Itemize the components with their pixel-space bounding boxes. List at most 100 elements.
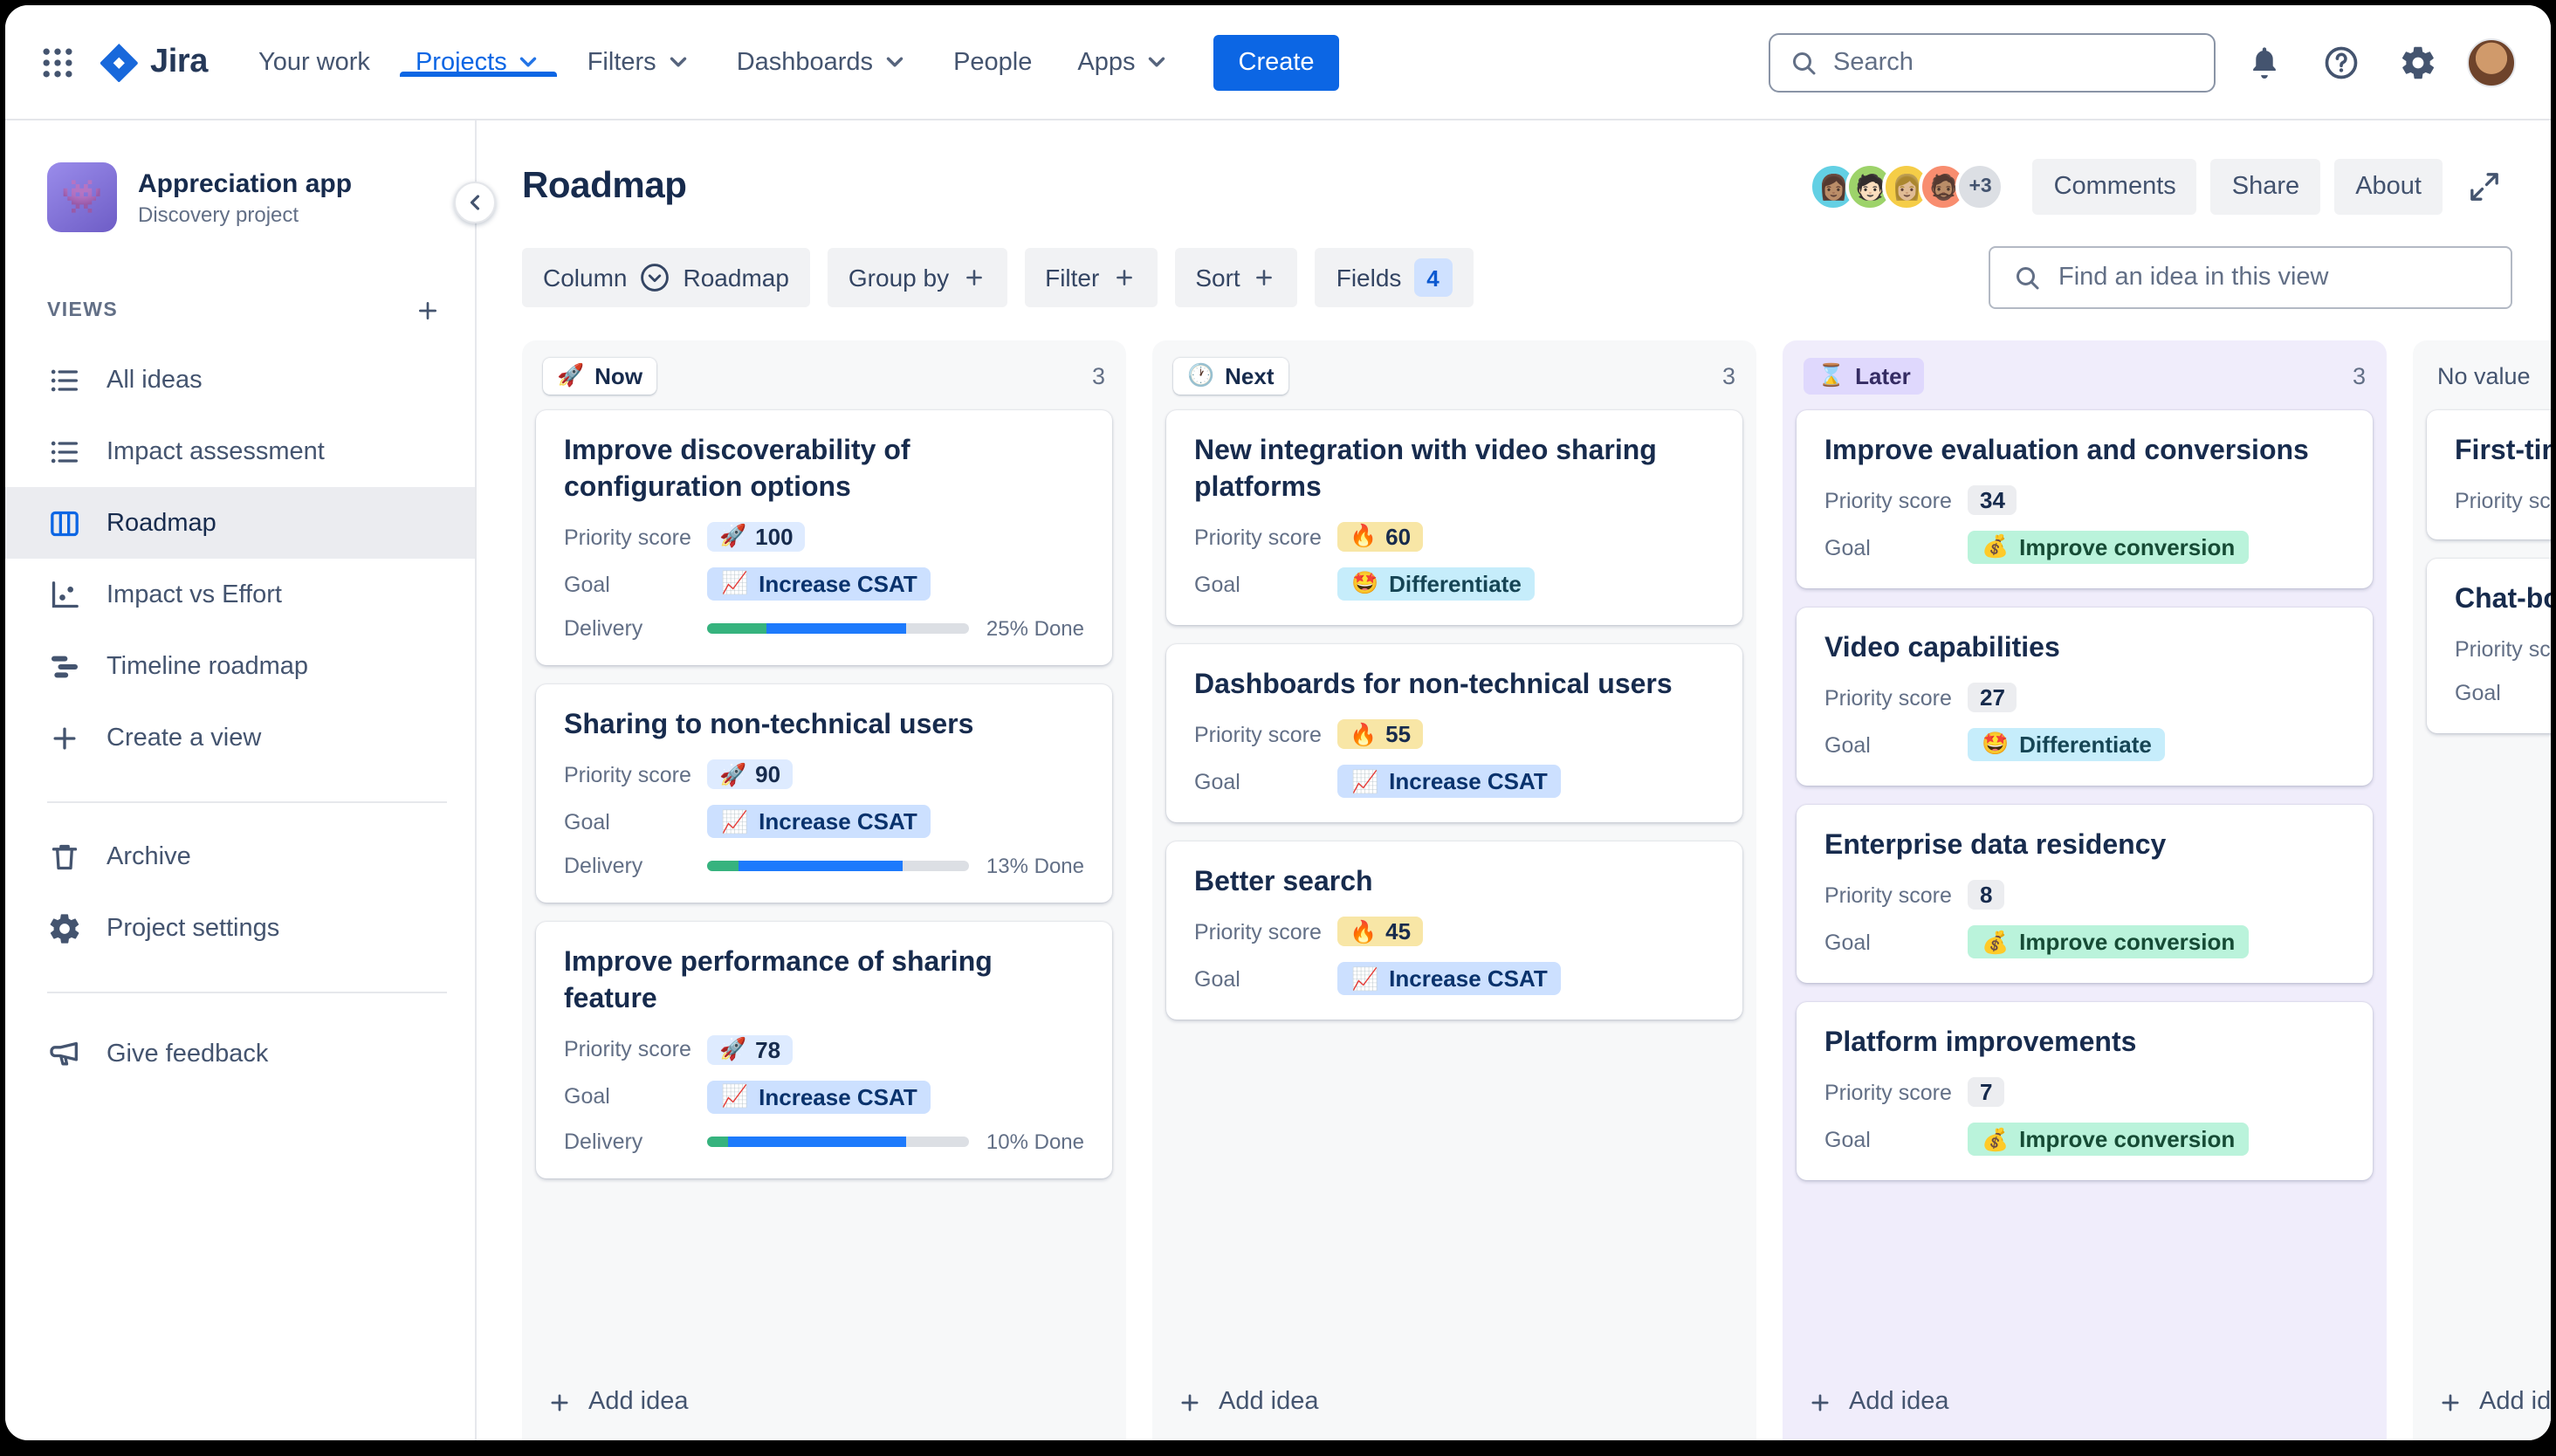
goal-value: Improve conversion xyxy=(2019,929,2236,956)
timeframe-chip-next: 🕐 Next xyxy=(1173,358,1288,395)
find-idea-search[interactable] xyxy=(1989,246,2512,309)
idea-card[interactable]: New integration with video sharing platf… xyxy=(1166,410,1742,626)
main-content: Roadmap 👩🏽 🧑🏻 👩🏼 🧔🏽 +3 Comments Share Ab… xyxy=(477,120,2551,1440)
delivery-percent: 25% Done xyxy=(986,616,1084,642)
collapse-sidebar-button[interactable] xyxy=(454,182,496,223)
sidebar-item-impact-vs-effort[interactable]: Impact vs Effort xyxy=(5,559,475,630)
goal-row: Goal 💰 xyxy=(2455,679,2551,708)
fields-button[interactable]: Fields 4 xyxy=(1315,248,1474,307)
plus-icon xyxy=(546,1389,573,1415)
idea-card[interactable]: Enterprise data residency Priority score… xyxy=(1797,805,2373,984)
project-header: 👾 Appreciation app Discovery project xyxy=(5,162,475,232)
divider xyxy=(47,801,447,803)
expand-icon xyxy=(2467,169,2502,204)
add-idea-button[interactable]: Add idea xyxy=(522,1370,1126,1440)
goal-row: Goal 📈 Increase CSAT xyxy=(564,805,1084,839)
idea-card[interactable]: Improve evaluation and conversions Prior… xyxy=(1797,410,2373,589)
rocket-icon: 🚀 xyxy=(719,1036,747,1061)
add-idea-button[interactable]: Add idea xyxy=(1152,1370,1756,1440)
create-button[interactable]: Create xyxy=(1213,34,1339,90)
nav-item-dashboards[interactable]: Dashboards xyxy=(714,48,931,76)
share-button[interactable]: Share xyxy=(2210,159,2321,215)
profile-avatar[interactable] xyxy=(2467,38,2516,86)
priority-score-chip: 🚀 78 xyxy=(707,1034,794,1065)
priority-score-label: Priority score xyxy=(1824,1080,1952,1105)
star-struck-icon: 🤩 xyxy=(1351,571,1379,596)
chevron-down-icon xyxy=(882,49,908,75)
roadmap-board: 🚀 Now 3 Improve discoverability of confi… xyxy=(477,340,2551,1440)
global-search[interactable] xyxy=(1769,32,2216,92)
goal-value: Increase CSAT xyxy=(759,571,917,598)
help-button[interactable] xyxy=(2313,34,2369,90)
progress-inprogress-segment xyxy=(766,623,906,635)
nav-item-apps[interactable]: Apps xyxy=(1055,48,1192,76)
priority-row: Priority score 🚀 90 xyxy=(564,759,1084,790)
avatar-overflow-badge[interactable]: +3 xyxy=(1955,162,2005,211)
board-column-now: 🚀 Now 3 Improve discoverability of confi… xyxy=(522,340,1126,1440)
fields-label: Fields xyxy=(1336,264,1402,292)
idea-card[interactable]: Chat-bot su Priority score 6 Goal 💰 xyxy=(2427,559,2551,733)
nav-item-people[interactable]: People xyxy=(931,48,1055,76)
global-search-input[interactable] xyxy=(1833,48,2196,76)
idea-title: Platform improvements xyxy=(1824,1028,2137,1059)
idea-card[interactable]: Platform improvements Priority score 7 G… xyxy=(1797,1002,2373,1181)
column-cards: New integration with video sharing platf… xyxy=(1152,403,1756,1034)
priority-score-label: Priority score xyxy=(1824,685,1952,711)
idea-card[interactable]: Dashboards for non-technical users Prior… xyxy=(1166,644,1742,823)
idea-card[interactable]: First-time ex Priority score 6 xyxy=(2427,410,2551,540)
idea-card[interactable]: Improve performance of sharing feature P… xyxy=(536,922,1112,1178)
sidebar-item-all-ideas[interactable]: All ideas xyxy=(5,344,475,416)
idea-card[interactable]: Improve discoverability of configuration… xyxy=(536,410,1112,666)
jira-logo-text: Jira xyxy=(150,43,209,79)
goal-label: Goal xyxy=(1194,572,1240,597)
nav-item-your-work[interactable]: Your work xyxy=(236,48,393,76)
idea-card[interactable]: Sharing to non-technical users Priority … xyxy=(536,684,1112,903)
goal-chip: 📈 Increase CSAT xyxy=(1337,765,1562,799)
settings-button[interactable] xyxy=(2390,34,2446,90)
priority-score-label: Priority score xyxy=(564,1037,691,1062)
sidebar-item-give-feedback[interactable]: Give feedback xyxy=(5,1018,475,1089)
sidebar-item-timeline-roadmap[interactable]: Timeline roadmap xyxy=(5,630,475,702)
column-selector[interactable]: Column Roadmap xyxy=(522,248,810,307)
sort-button[interactable]: Sort xyxy=(1174,248,1298,307)
group-by-button[interactable]: Group by xyxy=(827,248,1007,307)
add-view-button[interactable] xyxy=(409,292,447,330)
notifications-button[interactable] xyxy=(2236,34,2292,90)
goal-chip: 📈 Increase CSAT xyxy=(1337,962,1562,996)
delivery-percent: 10% Done xyxy=(986,1129,1084,1154)
goal-chip: 📈 Increase CSAT xyxy=(707,805,931,839)
idea-card[interactable]: Video capabilities Priority score 27 Goa… xyxy=(1797,608,2373,786)
priority-row: Priority score 🚀 100 xyxy=(564,522,1084,553)
view-label: Timeline roadmap xyxy=(106,652,309,680)
goal-value: Differentiate xyxy=(1389,571,1522,598)
progress-done-segment xyxy=(707,861,739,872)
sidebar-item-roadmap[interactable]: Roadmap xyxy=(5,487,475,559)
sidebar-item-project-settings[interactable]: Project settings xyxy=(5,892,475,964)
nav-label: Dashboards xyxy=(736,48,874,76)
add-idea-button[interactable]: Add idea xyxy=(2413,1370,2551,1440)
goal-row: Goal 🤩 Differentiate xyxy=(1824,728,2345,762)
about-button[interactable]: About xyxy=(2334,159,2443,215)
sidebar-item-archive[interactable]: Archive xyxy=(5,821,475,892)
idea-card[interactable]: Better search Priority score 🔥 45 Goal 📈… xyxy=(1166,841,1742,1020)
nav-label: Filters xyxy=(587,48,656,76)
jira-window: Jira Your work Projects Filters Dashboar… xyxy=(5,5,2551,1440)
sidebar-item-impact-assessment[interactable]: Impact assessment xyxy=(5,416,475,487)
view-label: Impact vs Effort xyxy=(106,580,282,608)
app-switcher-button[interactable] xyxy=(30,34,86,90)
comments-button[interactable]: Comments xyxy=(2032,159,2197,215)
sidebar-item-create-view[interactable]: Create a view xyxy=(5,702,475,773)
goal-value: Improve conversion xyxy=(2019,534,2236,561)
chart-increasing-icon: 📈 xyxy=(721,1083,749,1109)
filter-button[interactable]: Filter xyxy=(1024,248,1158,307)
avatar-stack[interactable]: 👩🏽 🧑🏻 👩🏼 🧔🏽 +3 xyxy=(1809,162,2005,211)
goal-row: Goal 📈 Increase CSAT xyxy=(1194,962,1714,996)
jira-logo[interactable]: Jira xyxy=(100,43,208,81)
expand-button[interactable] xyxy=(2456,159,2512,215)
add-idea-button[interactable]: Add idea xyxy=(1783,1370,2387,1440)
chart-increasing-icon: 📈 xyxy=(1351,769,1379,794)
nav-item-projects[interactable]: Projects xyxy=(393,48,565,76)
nav-item-filters[interactable]: Filters xyxy=(565,48,714,76)
column-header: 🚀 Now 3 xyxy=(522,340,1126,403)
find-idea-input[interactable] xyxy=(2058,264,2490,292)
